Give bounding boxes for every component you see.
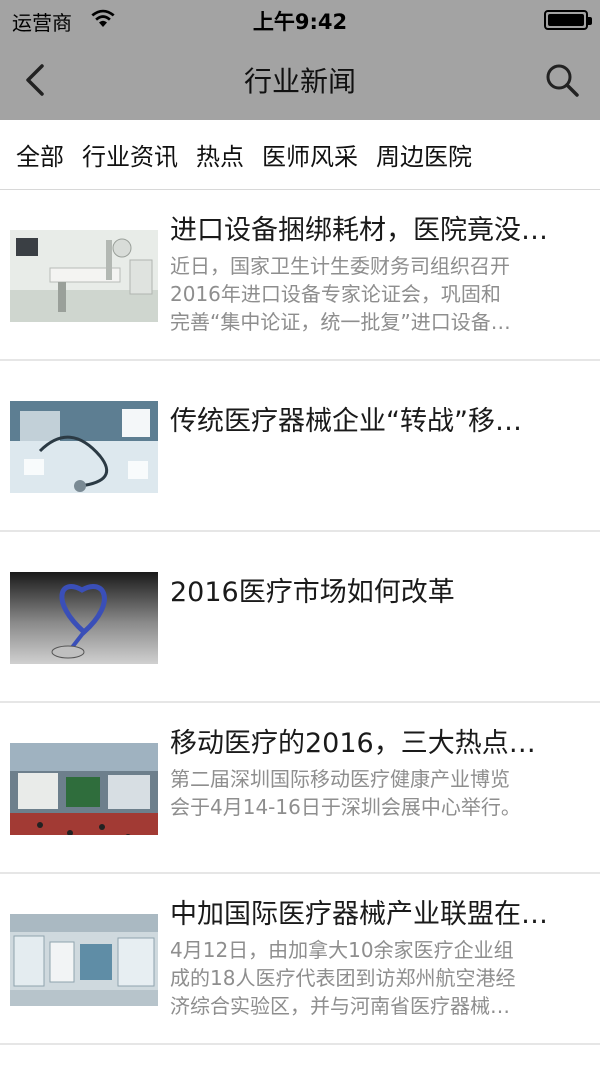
battery-icon — [544, 10, 592, 30]
news-item[interactable]: 移动医疗的2016，三大热点… 第二届深圳国际移动医疗健康产业博览 会于4月14… — [0, 703, 600, 874]
news-thumbnail — [10, 743, 158, 835]
news-title: 中加国际医疗器械产业联盟在… — [170, 899, 548, 930]
news-title: 移动医疗的2016，三大热点… — [170, 728, 536, 759]
tab-doctors[interactable]: 医师风采 — [262, 137, 358, 172]
news-summary: 近日，国家卫生计生委财务司组织召开 2016年进口设备专家论证会，巩固和 完善“… — [170, 254, 511, 334]
news-list: 进口设备捆绑耗材，医院竟没… 近日，国家卫生计生委财务司组织召开 2016年进口… — [0, 190, 600, 1045]
news-title: 进口设备捆绑耗材，医院竟没… — [170, 215, 548, 246]
news-item[interactable]: 传统医疗器械企业“转战”移… — [0, 361, 600, 532]
news-thumbnail — [10, 401, 158, 493]
news-item[interactable]: 进口设备捆绑耗材，医院竟没… 近日，国家卫生计生委财务司组织召开 2016年进口… — [0, 190, 600, 361]
news-thumbnail — [10, 230, 158, 322]
news-thumbnail — [10, 914, 158, 1006]
tab-industry-info[interactable]: 行业资讯 — [82, 137, 178, 172]
nav-bar: 行业新闻 — [0, 40, 600, 120]
status-time: 上午9:42 — [252, 10, 348, 34]
news-summary: 4月12日，由加拿大10余家医疗企业组 成的18人医疗代表团到访郑州航空港经 济… — [170, 938, 516, 1018]
category-tabs: 全部 行业资讯 热点 医师风采 周边医院 — [0, 120, 600, 190]
search-button[interactable] — [542, 60, 582, 100]
search-icon — [546, 64, 579, 97]
page-title: 行业新闻 — [243, 65, 356, 98]
tab-nearby-hospitals[interactable]: 周边医院 — [376, 137, 472, 172]
news-summary: 第二届深圳国际移动医疗健康产业博览 会于4月14-16日于深圳会展中心举行。 — [170, 767, 521, 819]
news-item[interactable]: 中加国际医疗器械产业联盟在… 4月12日，由加拿大10余家医疗企业组 成的18人… — [0, 874, 600, 1045]
status-bar: 运营商 上午9:42 — [0, 0, 600, 40]
news-title: 2016医疗市场如何改革 — [170, 577, 455, 608]
tab-all[interactable]: 全部 — [16, 137, 64, 172]
tab-hot[interactable]: 热点 — [196, 137, 244, 172]
news-item[interactable]: 2016医疗市场如何改革 — [0, 532, 600, 703]
news-title: 传统医疗器械企业“转战”移… — [170, 406, 522, 437]
news-thumbnail — [10, 572, 158, 664]
